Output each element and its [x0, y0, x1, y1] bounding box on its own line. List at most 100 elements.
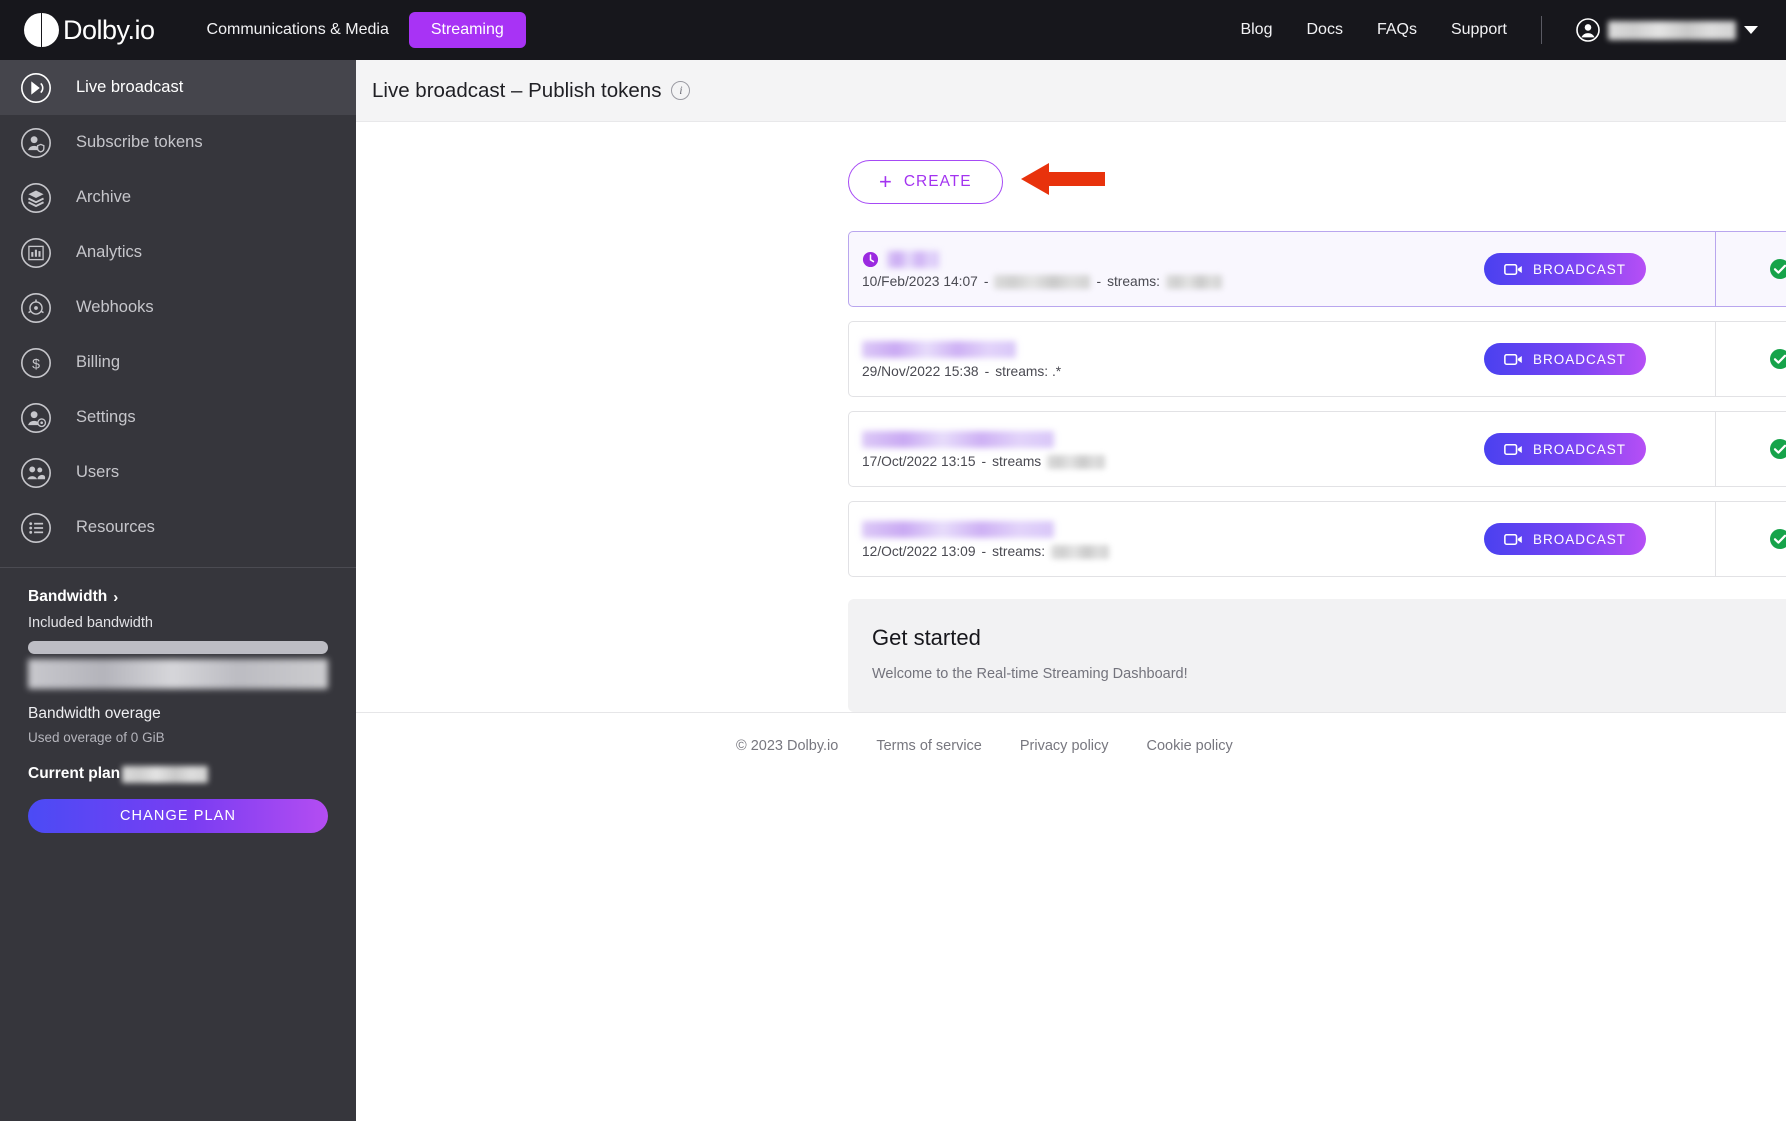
top-navigation-bar: Dolby.io Communications & Media Streamin… — [0, 0, 1786, 60]
broadcast-button-label: BROADCAST — [1532, 261, 1626, 277]
meta-separator-1: - — [983, 274, 989, 289]
sidebar-label-webhooks: Webhooks — [76, 298, 154, 316]
token-name-redacted — [862, 430, 1054, 448]
footer-link-cookie[interactable]: Cookie policy — [1147, 738, 1233, 754]
change-plan-button[interactable]: CHANGE PLAN — [28, 799, 328, 833]
users-icon — [18, 455, 54, 491]
broadcast-button-label: BROADCAST — [1532, 351, 1626, 367]
current-plan-label: Current plan — [28, 765, 121, 782]
broadcast-button[interactable]: BROADCAST — [1483, 523, 1646, 555]
sidebar-label-analytics: Analytics — [76, 243, 143, 261]
footer-link-terms[interactable]: Terms of service — [876, 738, 982, 754]
top-nav-links: Blog Docs FAQs Support — [1240, 16, 1758, 44]
check-circle-icon — [1769, 439, 1786, 459]
table-row[interactable]: 12/Oct/2022 13:09 - streams: BROADCAST — [848, 501, 1786, 577]
nav-link-blog[interactable]: Blog — [1240, 21, 1272, 39]
brand-logo[interactable]: Dolby.io — [24, 13, 155, 47]
sidebar-item-analytics[interactable]: Analytics — [0, 225, 356, 280]
token-meta-line: 10/Feb/2023 14:07 - - streams: — [862, 274, 1415, 289]
annotation-arrow-icon — [1019, 158, 1107, 205]
check-circle-icon — [1769, 529, 1786, 549]
bandwidth-usage-redacted — [28, 659, 328, 689]
get-started-subtitle: Welcome to the Real-time Streaming Dashb… — [872, 666, 1188, 682]
current-plan-row: Current plan — [28, 765, 328, 783]
info-icon[interactable]: i — [671, 81, 691, 100]
video-camera-icon — [1504, 353, 1522, 365]
nav-communications-media[interactable]: Communications & Media — [207, 21, 389, 39]
sidebar-item-users[interactable]: Users — [0, 445, 356, 500]
account-menu[interactable] — [1576, 18, 1758, 42]
status-active-toggle[interactable] — [1765, 434, 1786, 464]
nav-link-docs[interactable]: Docs — [1306, 21, 1342, 39]
nav-streaming-pill[interactable]: Streaming — [408, 12, 526, 48]
token-name-line — [862, 249, 1415, 269]
video-camera-icon — [1504, 263, 1522, 275]
video-camera-icon — [1504, 443, 1522, 455]
nav-divider — [1541, 16, 1542, 44]
chevron-right-icon: › — [113, 588, 119, 606]
token-date: 12/Oct/2022 13:09 — [862, 544, 976, 559]
broadcast-cell: BROADCAST — [1415, 412, 1715, 486]
broadcast-button[interactable]: BROADCAST — [1483, 253, 1646, 285]
table-row[interactable]: 10/Feb/2023 14:07 - - streams: BROADCAST — [848, 231, 1786, 307]
bandwidth-link[interactable]: Bandwidth › — [28, 588, 328, 606]
token-meta-line: 29/Nov/2022 15:38 - streams: .* — [862, 364, 1415, 379]
bandwidth-panel: Bandwidth › Included bandwidth Bandwidth… — [0, 568, 356, 833]
footer-link-privacy[interactable]: Privacy policy — [1020, 738, 1109, 754]
sidebar-item-webhooks[interactable]: Webhooks — [0, 280, 356, 335]
sidebar-item-settings[interactable]: Settings — [0, 390, 356, 445]
included-bandwidth-label: Included bandwidth — [28, 615, 153, 631]
webhook-icon — [18, 290, 54, 326]
account-avatar-icon — [1576, 18, 1600, 42]
table-row[interactable]: 17/Oct/2022 13:15 - streams BROADCAST — [848, 411, 1786, 487]
sidebar-item-subscribe-tokens[interactable]: Subscribe tokens — [0, 115, 356, 170]
sidebar-label-users: Users — [76, 463, 120, 481]
token-detail-redacted — [994, 274, 1091, 289]
meta-separator-1: - — [981, 544, 987, 559]
chevron-down-icon[interactable] — [1744, 26, 1758, 34]
bandwidth-overage-title: Bandwidth overage — [28, 705, 161, 722]
row-actions — [1715, 322, 1786, 396]
token-info-cell: 29/Nov/2022 15:38 - streams: .* — [849, 322, 1415, 396]
broadcast-button[interactable]: BROADCAST — [1483, 433, 1646, 465]
streams-value-redacted — [1051, 544, 1110, 559]
sidebar-label-settings: Settings — [76, 408, 136, 426]
check-circle-icon — [1769, 349, 1786, 369]
page-title: Live broadcast – Publish tokens — [372, 78, 662, 102]
nav-link-support[interactable]: Support — [1451, 21, 1507, 39]
sidebar: Live broadcast Subscribe tokens Archive … — [0, 60, 356, 1121]
plus-icon: + — [879, 168, 893, 194]
token-info-cell: 10/Feb/2023 14:07 - - streams: — [849, 232, 1415, 306]
status-active-toggle[interactable] — [1765, 344, 1786, 374]
broadcast-cell: BROADCAST — [1415, 232, 1715, 306]
broadcast-button-label: BROADCAST — [1532, 441, 1626, 457]
sidebar-item-resources[interactable]: Resources — [0, 500, 356, 555]
subscriber-icon — [18, 125, 54, 161]
nav-link-faqs[interactable]: FAQs — [1377, 21, 1417, 39]
create-row: + CREATE — [356, 158, 1786, 205]
streams-label: streams: — [992, 544, 1046, 559]
footer: © 2023 Dolby.io Terms of service Privacy… — [356, 712, 1786, 778]
sidebar-nav-list: Live broadcast Subscribe tokens Archive … — [0, 60, 356, 555]
get-started-panel: Get started Welcome to the Real-time Str… — [848, 599, 1786, 712]
sidebar-item-live-broadcast[interactable]: Live broadcast — [0, 60, 356, 115]
create-button[interactable]: + CREATE — [848, 159, 1003, 204]
streams-value-redacted — [1047, 454, 1106, 469]
token-name-redacted — [862, 520, 1054, 538]
table-row[interactable]: 29/Nov/2022 15:38 - streams: .* BROADCAS… — [848, 321, 1786, 397]
broadcast-cell: BROADCAST — [1415, 502, 1715, 576]
status-active-toggle[interactable] — [1765, 254, 1786, 284]
token-info-cell: 17/Oct/2022 13:15 - streams — [849, 412, 1415, 486]
svg-text:$: $ — [32, 356, 40, 372]
sidebar-label-archive: Archive — [76, 188, 132, 206]
meta-separator-2: - — [1096, 274, 1102, 289]
sidebar-item-archive[interactable]: Archive — [0, 170, 356, 225]
user-gear-icon — [18, 400, 54, 436]
broadcast-button[interactable]: BROADCAST — [1483, 343, 1646, 375]
status-active-toggle[interactable] — [1765, 524, 1786, 554]
sidebar-item-billing[interactable]: $ Billing — [0, 335, 356, 390]
row-actions — [1715, 502, 1786, 576]
row-actions — [1715, 412, 1786, 486]
token-date: 29/Nov/2022 15:38 — [862, 364, 979, 379]
content-area: + CREATE 10/Feb/2023 14:07 - - streams: … — [356, 122, 1786, 712]
